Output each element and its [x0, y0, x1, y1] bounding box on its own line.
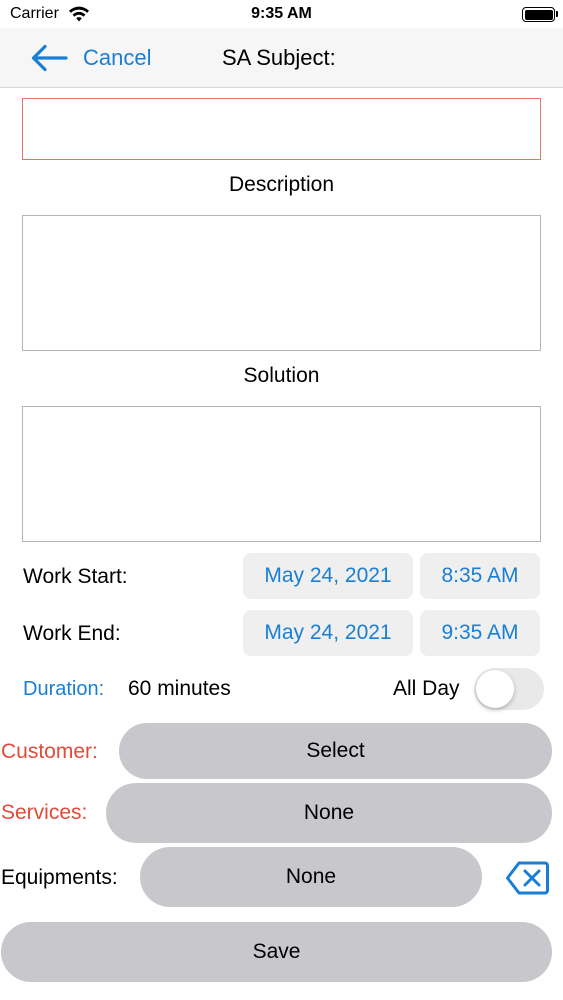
work-end-time-button[interactable]: 9:35 AM — [420, 610, 540, 656]
solution-input[interactable] — [22, 406, 541, 542]
services-select-button[interactable]: None — [106, 783, 552, 843]
solution-label: Solution — [243, 364, 320, 387]
cancel-button[interactable]: Cancel — [83, 45, 151, 71]
work-end-label: Work End: — [23, 622, 121, 645]
subject-input[interactable] — [22, 98, 541, 160]
equipments-label: Equipments: — [1, 866, 118, 889]
description-label: Description — [228, 173, 335, 196]
page-title: SA Subject: — [222, 45, 336, 70]
customer-select-button[interactable]: Select — [119, 723, 552, 779]
work-start-label: Work Start: — [23, 565, 128, 588]
status-time: 9:35 AM — [251, 5, 312, 22]
work-start-date-button[interactable]: May 24, 2021 — [243, 553, 413, 599]
duration-label: Duration: — [23, 678, 105, 700]
battery-icon — [522, 7, 555, 22]
work-start-time-button[interactable]: 8:35 AM — [420, 553, 540, 599]
save-button[interactable]: Save — [1, 922, 552, 982]
customer-label: Customer: — [1, 740, 98, 763]
equipments-select-button[interactable]: None — [140, 847, 482, 907]
clear-icon[interactable] — [505, 860, 549, 896]
all-day-label: All Day — [393, 677, 460, 700]
services-label: Services: — [1, 801, 88, 824]
battery-nub — [556, 11, 558, 17]
duration-value: 60 minutes — [128, 677, 231, 700]
back-arrow-icon[interactable] — [30, 44, 68, 72]
all-day-toggle-knob[interactable] — [476, 670, 514, 708]
description-input[interactable] — [22, 215, 541, 351]
work-end-date-button[interactable]: May 24, 2021 — [243, 610, 413, 656]
